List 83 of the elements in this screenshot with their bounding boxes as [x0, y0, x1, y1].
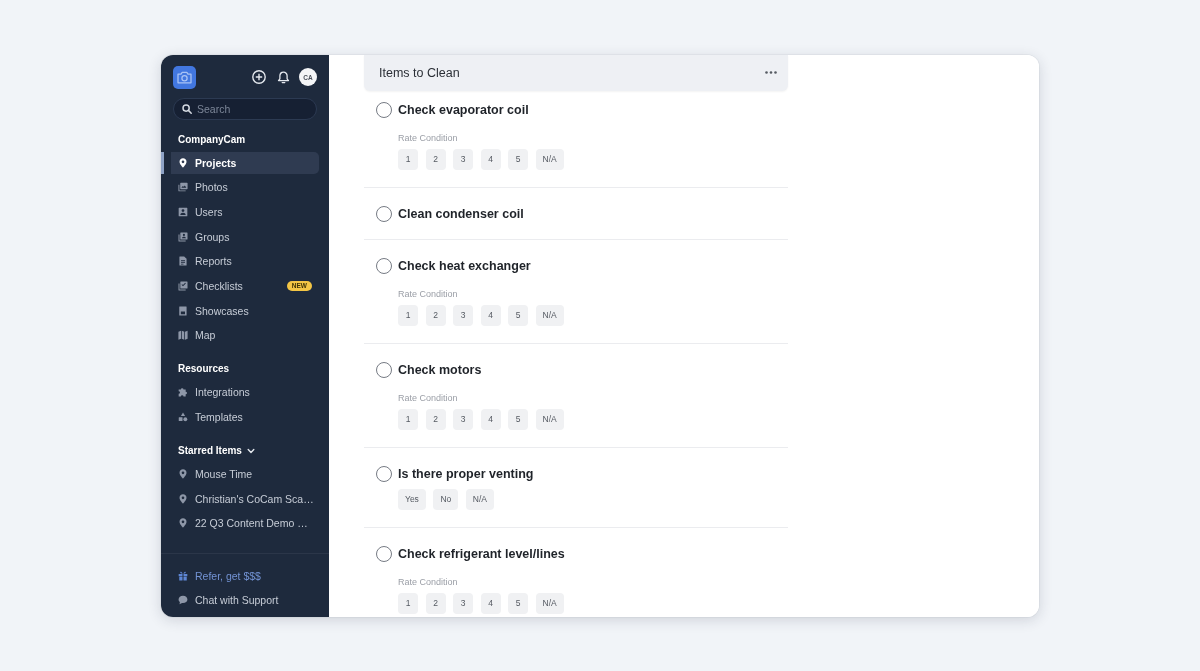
option-button[interactable]: 1 — [398, 592, 418, 614]
item-title: Check heat exchanger — [398, 257, 531, 274]
item-title: Clean condenser coil — [398, 205, 524, 222]
gift-icon — [178, 570, 188, 581]
option-button[interactable]: 4 — [480, 408, 501, 430]
nav-item[interactable]: 22 Q3 Content Demo … — [161, 512, 319, 535]
map-icon — [178, 330, 188, 341]
checkbox[interactable] — [376, 257, 392, 274]
option-button[interactable]: No — [433, 488, 459, 510]
bell-icon[interactable] — [277, 70, 290, 84]
item-title: Check motors — [398, 361, 482, 378]
option-button[interactable]: 5 — [508, 304, 528, 326]
option-button[interactable]: Yes — [398, 488, 426, 510]
checkbox[interactable] — [376, 545, 392, 562]
nav-item[interactable]: Showcases — [161, 299, 319, 322]
option-button[interactable]: N/A — [465, 488, 494, 510]
option-button[interactable]: 5 — [508, 408, 528, 430]
field-label: Rate Condition — [398, 289, 458, 300]
nav-item[interactable]: Projects — [161, 151, 319, 174]
search-field[interactable]: Search — [173, 97, 317, 120]
option-button[interactable]: N/A — [535, 408, 564, 430]
sidebar-link[interactable]: Refer, get $$$ — [171, 564, 319, 587]
checkbox[interactable] — [376, 101, 392, 118]
option-button[interactable]: 2 — [425, 148, 446, 170]
nav-item[interactable]: Mouse Time — [161, 463, 319, 485]
nav-item[interactable]: Photos — [161, 176, 319, 199]
nav-item[interactable]: Christian's CoCam Sca… — [161, 487, 319, 510]
checkbox[interactable] — [376, 465, 392, 482]
checklist-icon — [178, 280, 188, 291]
option-button[interactable]: 3 — [453, 148, 473, 170]
nav-item[interactable]: Users — [161, 200, 319, 223]
section-title: Items to Clean — [379, 65, 460, 80]
field-label: Rate Condition — [398, 133, 458, 144]
contact-card-icon — [178, 206, 188, 217]
search-icon — [182, 103, 192, 114]
plus-circle-icon[interactable] — [252, 70, 266, 84]
option-button[interactable]: 2 — [425, 592, 446, 614]
option-button[interactable]: 5 — [508, 148, 528, 170]
nav-item[interactable]: Groups — [161, 225, 319, 248]
option-button[interactable]: 3 — [453, 408, 473, 430]
nav-item[interactable]: Reports — [161, 250, 319, 273]
sidebar-link[interactable]: Chat with Support — [171, 588, 319, 611]
nav-item[interactable]: Templates — [161, 406, 319, 428]
option-button[interactable]: 2 — [425, 408, 446, 430]
option-button[interactable]: 5 — [508, 592, 528, 614]
checkbox[interactable] — [376, 205, 392, 222]
section-heading: Resources — [178, 363, 230, 376]
chevron-down-icon[interactable] — [246, 447, 255, 455]
more-icon[interactable] — [765, 71, 777, 74]
book-icon — [178, 305, 188, 316]
field-label: Rate Condition — [398, 577, 458, 588]
puzzle-icon — [178, 387, 188, 398]
document-icon — [178, 256, 188, 267]
card-stack-icon — [178, 231, 188, 242]
option-button[interactable]: 1 — [398, 148, 418, 170]
item-title: Check evaporator coil — [398, 101, 529, 118]
option-button[interactable]: N/A — [535, 148, 564, 170]
section-heading: CompanyCam — [178, 133, 246, 146]
nav-item[interactable]: Map — [161, 324, 319, 347]
map-pin-icon — [178, 493, 188, 504]
option-button[interactable]: 1 — [398, 304, 418, 326]
option-button[interactable]: 4 — [480, 304, 501, 326]
option-button[interactable]: 1 — [398, 408, 418, 430]
option-button[interactable]: 4 — [480, 592, 501, 614]
checkbox[interactable] — [376, 361, 392, 378]
option-button[interactable]: 3 — [453, 304, 473, 326]
shapes-icon — [178, 412, 188, 422]
chat-bubble-icon — [178, 594, 188, 605]
map-pin-icon — [178, 518, 188, 529]
nav-item[interactable]: Integrations — [161, 381, 319, 404]
option-button[interactable]: N/A — [535, 592, 564, 614]
option-button[interactable]: N/A — [535, 304, 564, 326]
item-title: Is there proper venting — [398, 465, 534, 482]
option-button[interactable]: 4 — [480, 148, 501, 170]
section-heading: Starred Items — [178, 445, 242, 457]
map-pin-icon — [178, 469, 188, 479]
photo-stack-icon — [178, 182, 188, 193]
field-label: Rate Condition — [398, 393, 458, 404]
option-button[interactable]: 3 — [453, 592, 473, 614]
map-pin-icon — [178, 157, 188, 168]
item-title: Check refrigerant level/lines — [398, 545, 565, 562]
option-button[interactable]: 2 — [425, 304, 446, 326]
camera-icon[interactable] — [173, 65, 196, 89]
